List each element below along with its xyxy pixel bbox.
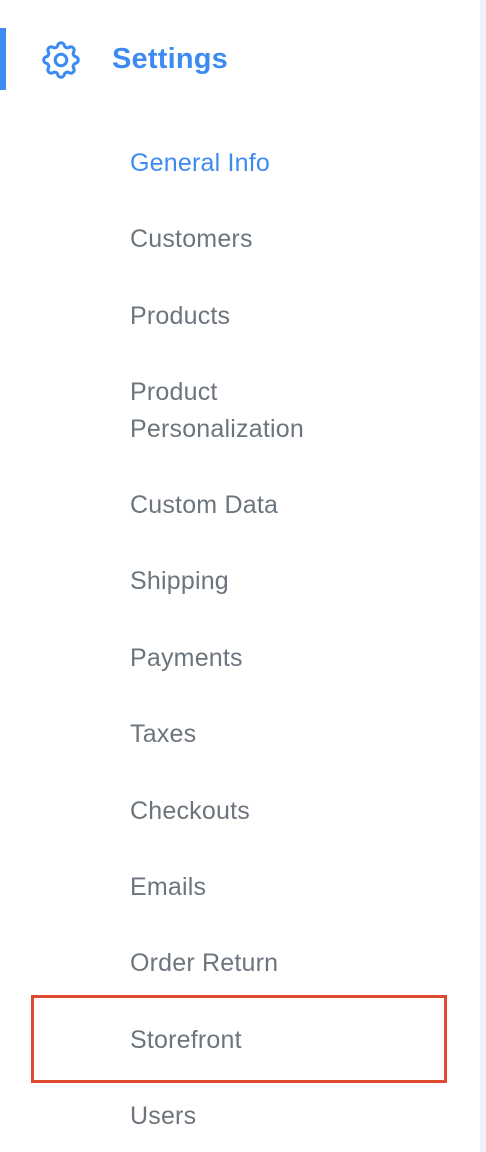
nav-item-taxes[interactable]: Taxes xyxy=(130,716,196,753)
nav-item-users[interactable]: Users xyxy=(130,1098,196,1135)
nav-item-storefront[interactable]: Storefront xyxy=(130,1022,242,1059)
nav-item-general-info[interactable]: General Info xyxy=(130,145,270,182)
nav-item-products[interactable]: Products xyxy=(130,298,230,335)
nav-item-shipping[interactable]: Shipping xyxy=(130,563,229,600)
nav-item-product-personalization[interactable]: Product Personalization xyxy=(130,374,304,448)
nav-item-customers[interactable]: Customers xyxy=(130,221,253,258)
nav-item-emails[interactable]: Emails xyxy=(130,869,206,906)
nav-item-label-line1: Product xyxy=(130,378,218,406)
nav-item-checkouts[interactable]: Checkouts xyxy=(130,793,250,830)
nav-item-payments[interactable]: Payments xyxy=(130,640,243,677)
settings-section-header[interactable]: Settings xyxy=(0,28,480,90)
nav-item-custom-data[interactable]: Custom Data xyxy=(130,487,278,524)
nav-item-order-return[interactable]: Order Return xyxy=(130,945,278,982)
sidebar-right-border xyxy=(480,0,486,1152)
gear-icon xyxy=(38,37,84,83)
active-indicator-bar xyxy=(0,28,6,90)
nav-item-label-line2: Personalization xyxy=(130,415,304,443)
settings-title: Settings xyxy=(112,43,228,75)
